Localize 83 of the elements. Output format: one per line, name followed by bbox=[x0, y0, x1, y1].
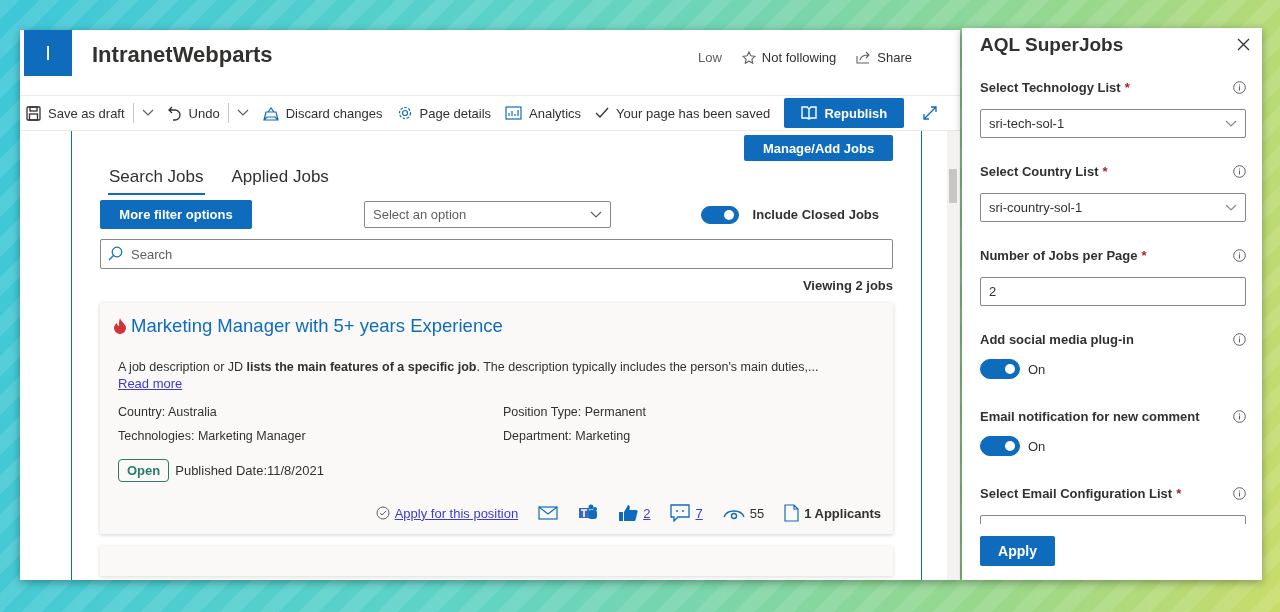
results-count: Viewing 2 jobs bbox=[802, 278, 893, 293]
status-badge: Open bbox=[118, 459, 170, 482]
filter-dropdown[interactable]: Select an option bbox=[364, 201, 611, 228]
panel-title: AQL SuperJobs bbox=[980, 34, 1124, 57]
applicants-count: 1 Applicants bbox=[804, 505, 881, 521]
job-detail: Department: Marketing bbox=[503, 429, 632, 443]
star-icon bbox=[741, 50, 756, 65]
document-icon bbox=[784, 504, 800, 522]
chevron-down-icon bbox=[1225, 203, 1237, 212]
tab[interactable]: Applied Jobs bbox=[230, 163, 330, 195]
toggle-switch[interactable] bbox=[980, 359, 1020, 379]
discard-changes-button[interactable]: Discard changes bbox=[262, 105, 383, 121]
scrollbar[interactable] bbox=[947, 131, 959, 580]
scrollbar-thumb[interactable] bbox=[949, 169, 957, 203]
save-icon bbox=[26, 105, 41, 121]
job-title-link[interactable]: Marketing Manager with 5+ years Experience bbox=[131, 315, 503, 337]
check-circle-icon bbox=[375, 506, 390, 520]
sensitivity-label: Low bbox=[698, 50, 722, 65]
dropdown-field[interactable]: sri-country-sol-1 bbox=[980, 193, 1246, 222]
site-logo: I bbox=[24, 30, 72, 76]
manage-jobs-button[interactable]: Manage/Add Jobs bbox=[744, 135, 893, 161]
comment-count[interactable]: 7 bbox=[695, 505, 703, 521]
job-detail: Technologies: Marketing Manager bbox=[118, 429, 307, 443]
chevron-down-icon bbox=[141, 109, 154, 117]
site-title: IntranetWebparts bbox=[92, 42, 273, 68]
like-count[interactable]: 2 bbox=[643, 505, 651, 521]
team-icon[interactable] bbox=[578, 504, 599, 522]
input-field[interactable]: 2 bbox=[980, 277, 1246, 306]
chevron-down-icon bbox=[590, 210, 602, 219]
dropdown-button[interactable] bbox=[132, 103, 154, 123]
undo-button[interactable]: Undo bbox=[167, 105, 220, 121]
info-icon[interactable] bbox=[1233, 333, 1246, 346]
tab[interactable]: Search Jobs bbox=[108, 163, 205, 195]
check-icon bbox=[595, 107, 610, 119]
save-status-text: Your page has been saved bbox=[616, 105, 771, 121]
chevron-down-icon bbox=[236, 109, 249, 117]
info-icon[interactable] bbox=[1233, 249, 1246, 262]
toggle-switch[interactable] bbox=[980, 436, 1020, 456]
expand-icon[interactable] bbox=[922, 105, 939, 121]
book-icon bbox=[801, 106, 818, 120]
dropdown-button[interactable] bbox=[227, 103, 249, 123]
search-icon bbox=[108, 246, 123, 261]
job-detail: Position Type: Permanent bbox=[503, 405, 647, 419]
filter-options-button[interactable]: More filter options bbox=[100, 200, 252, 229]
apply-link[interactable]: Apply for this position bbox=[394, 505, 519, 521]
field-label: Select Email Configuration List * bbox=[980, 486, 1182, 501]
page-details-button[interactable]: Page details bbox=[396, 105, 492, 121]
undo-icon bbox=[167, 105, 182, 121]
analytics-button[interactable]: Analytics bbox=[505, 105, 582, 121]
tray-icon bbox=[262, 105, 279, 121]
toggle-switch[interactable] bbox=[700, 205, 739, 224]
job-detail: Country: Australia bbox=[118, 405, 218, 419]
view-count: 55 bbox=[749, 505, 765, 521]
info-icon[interactable] bbox=[1233, 165, 1246, 178]
save-draft-button[interactable]: Save as draft bbox=[26, 105, 125, 121]
chevron-down-icon bbox=[1225, 119, 1237, 128]
field-label: Number of Jobs per Page * bbox=[980, 248, 1147, 263]
dropdown-field[interactable]: sri-tech-sol-1 bbox=[980, 109, 1246, 138]
toggle-label: On bbox=[1028, 438, 1046, 454]
toggle-label: On bbox=[1028, 361, 1046, 377]
search-field[interactable]: Search bbox=[100, 239, 893, 269]
info-icon[interactable] bbox=[1233, 410, 1246, 423]
apply-button[interactable]: Apply bbox=[980, 536, 1055, 566]
field-label: Select Technology List * bbox=[980, 80, 1130, 95]
republish-button[interactable]: Republish bbox=[784, 98, 905, 128]
published-date: Published Date:11/8/2021 bbox=[175, 463, 324, 478]
follow-button[interactable]: Not following bbox=[741, 50, 837, 65]
info-icon[interactable] bbox=[1233, 487, 1246, 500]
chart-icon bbox=[505, 106, 523, 120]
share-icon bbox=[856, 51, 872, 64]
gear-icon bbox=[396, 105, 413, 121]
share-button[interactable]: Share bbox=[856, 50, 912, 65]
thumbs-up-icon[interactable] bbox=[618, 504, 639, 522]
field-label: Email notification for new comment bbox=[980, 409, 1200, 424]
job-description: A job description or JD lists the main features of a specific job. The description typically includes the person's main duties,... bbox=[118, 359, 820, 376]
toggle-label: Include Closed Jobs bbox=[752, 207, 879, 222]
close-icon bbox=[1237, 38, 1250, 51]
mail-icon[interactable] bbox=[538, 506, 559, 520]
field-label: Add social media plug-in bbox=[980, 332, 1134, 347]
comment-icon[interactable] bbox=[670, 504, 691, 522]
info-icon[interactable] bbox=[1233, 81, 1246, 94]
read-more-link[interactable]: Read more bbox=[118, 376, 183, 391]
field-label: Select Country List * bbox=[980, 164, 1108, 179]
